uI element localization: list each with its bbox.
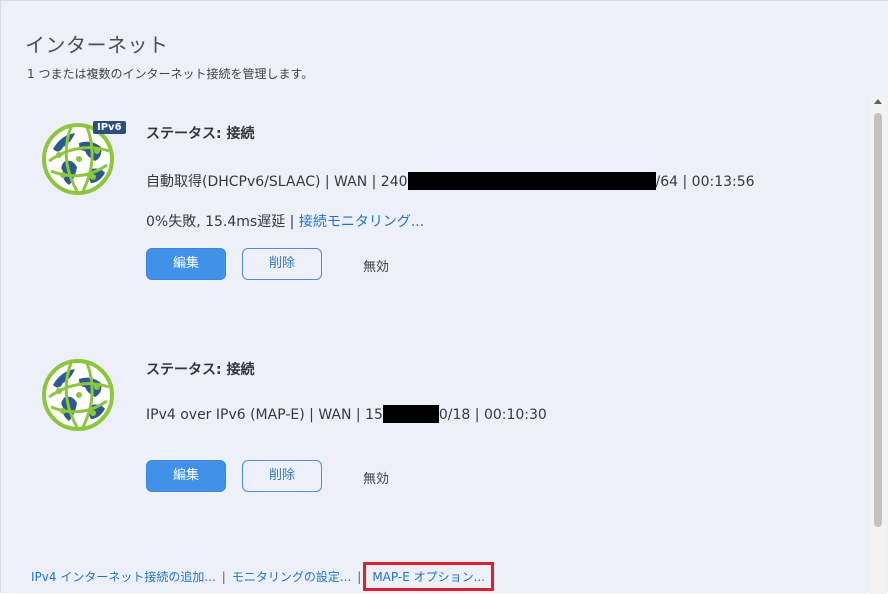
disable-button[interactable]: 無効 (363, 256, 389, 275)
internet-panel: インターネット 1 つまたは複数のインターネット接続を管理します。 IPv6 ス… (0, 0, 888, 594)
connection-status: ステータス: 接続 (146, 362, 255, 378)
globe-icon (41, 357, 117, 433)
page-title: インターネット (25, 33, 169, 57)
highlight-box: MAP-E オプション... (363, 562, 495, 591)
disable-button[interactable]: 無効 (363, 468, 389, 487)
connection-detail: 自動取得(DHCPv6/SLAAC) | WAN | 240/64 | 00:1… (146, 171, 755, 191)
detail-suffix: 0/18 | 00:10:30 (438, 407, 547, 423)
connection-status: ステータス: 接続 (146, 126, 255, 142)
page-subtitle: 1 つまたは複数のインターネット接続を管理します。 (27, 67, 314, 81)
redacted-address (407, 172, 656, 190)
connection-monitoring-link[interactable]: 接続モニタリング... (299, 214, 424, 230)
globe-icon: IPv6 (41, 121, 126, 197)
delete-button[interactable]: 削除 (242, 248, 322, 280)
mape-options-link[interactable]: MAP-E オプション... (372, 570, 485, 584)
connection-stats: 0%失敗, 15.4ms遅延 | 接続モニタリング... (146, 211, 424, 231)
detail-prefix: IPv4 over IPv6 (MAP-E) | WAN | 15 (146, 407, 383, 423)
detail-prefix: 自動取得(DHCPv6/SLAAC) | WAN | 240 (146, 174, 408, 190)
scroll-up-arrow-icon[interactable] (874, 99, 882, 104)
edit-button[interactable]: 編集 (146, 460, 226, 492)
connection-detail: IPv4 over IPv6 (MAP-E) | WAN | 15 0/18 | … (146, 405, 547, 423)
detail-suffix: /64 | 00:13:56 (655, 174, 755, 190)
footer-links: IPv4 インターネット接続の追加... | モニタリングの設定... | MAP-E … (31, 562, 495, 591)
separator: | (221, 570, 226, 584)
redacted-address (382, 405, 439, 423)
add-ipv4-connection-link[interactable]: IPv4 インターネット接続の追加... (31, 570, 216, 584)
scroll-thumb[interactable] (874, 113, 882, 527)
vertical-scrollbar[interactable] (870, 97, 887, 594)
monitoring-settings-link[interactable]: モニタリングの設定... (232, 570, 351, 584)
ipv6-badge: IPv6 (93, 121, 126, 134)
edit-button[interactable]: 編集 (146, 248, 226, 280)
separator: | (357, 570, 362, 584)
delete-button[interactable]: 削除 (242, 460, 322, 492)
stats-text: 0%失敗, 15.4ms遅延 | (146, 214, 299, 230)
